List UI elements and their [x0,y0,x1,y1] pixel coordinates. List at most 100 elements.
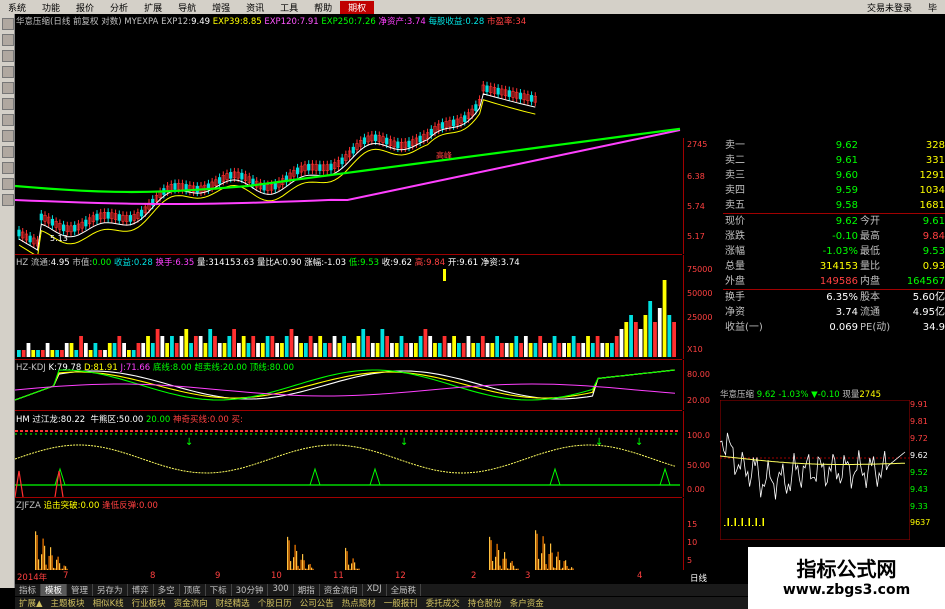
menu-system[interactable]: 系统 [0,1,34,14]
channel-tool-icon[interactable] [2,130,14,142]
tab-game[interactable]: 博弈 [128,584,154,596]
mini-axis-label: 9.81 [910,417,928,426]
menu-tools[interactable]: 工具 [272,1,306,14]
tab2-report[interactable]: 一般报刊 [380,597,422,609]
delete-tool-icon[interactable] [2,178,14,190]
tab2-fund-flow[interactable]: 资金流向 [170,597,212,609]
date-label: 12 [395,571,406,581]
date-label: 3 [525,571,531,581]
tab-template[interactable]: 模板 [41,584,68,596]
tab2-similar-k[interactable]: 相似K线 [89,597,128,609]
menu-function[interactable]: 功能 [34,1,68,14]
menu-news[interactable]: 资讯 [238,1,272,14]
volume-bar [590,343,595,357]
date-axis: 2014年 7 8 9 10 11 12 2 3 4 [15,571,682,583]
exp250-line [14,127,681,194]
zoom-tool-icon[interactable] [2,34,14,46]
volume-chart[interactable] [15,255,682,359]
menu-navigate[interactable]: 导航 [170,1,204,14]
tab2-theme[interactable]: 主题板块 [47,597,89,609]
volume-axis: 75000 50000 25000 X10 [683,255,724,359]
tab-xdj[interactable]: XDJ [363,584,387,596]
ask-row[interactable]: 卖四 9.59 1034 [723,183,945,198]
ask-row[interactable]: 卖三 9.60 1291 [723,168,945,183]
mini-axis-label: 9.72 [910,434,928,443]
price-axis: 2745 6.38 5.74 5.17 [683,138,724,254]
tab2-holdings[interactable]: 持仓股份 [464,597,506,609]
hm-chart[interactable]: ↓ ↓ ↓ ↓ [14,411,682,498]
tab-fund-flow[interactable]: 资金流向 [320,584,363,596]
tab2-extend[interactable]: 扩展▲ [15,597,47,609]
menu-extend[interactable]: 扩展 [136,1,170,14]
quote-value: 314153 [819,261,858,272]
quote-row: 收益(一) 0.069 PE(动) 34.9 [723,320,945,335]
period-label[interactable]: 日线 [690,572,707,584]
price-chart-panel[interactable] [14,28,682,258]
tab2-industry[interactable]: 行业板块 [128,597,170,609]
tab2-finance[interactable]: 财经精选 [212,597,254,609]
tab-save-as[interactable]: 另存为 [93,584,128,596]
tab2-hot[interactable]: 热点题材 [338,597,380,609]
zjfza-bar [566,565,568,570]
zjfza-bar [309,564,311,570]
zjfza-bar [66,568,68,570]
low-price-label: 5.13 [50,234,68,243]
price-chart[interactable] [14,28,682,258]
zjfza-chart[interactable] [15,498,682,570]
hm-panel[interactable]: ↓ ↓ ↓ ↓ [14,411,682,498]
tab-long-short[interactable]: 多空 [154,584,180,596]
tab-top-bottom[interactable]: 顶底 [180,584,206,596]
fib-tool-icon[interactable] [2,114,14,126]
tab-manage[interactable]: 管理 [67,584,94,596]
settings-tool-icon[interactable] [2,194,14,206]
ask-row[interactable]: 卖五 9.58 1681 [723,198,945,213]
tab2-orders[interactable]: 委托成交 [422,597,464,609]
menu-quote[interactable]: 报价 [68,1,102,14]
tab-global[interactable]: 全局秩 [387,584,422,596]
volume-panel[interactable] [15,255,682,360]
kdj-chart[interactable] [14,360,682,410]
tab2-announce[interactable]: 公司公告 [296,597,338,609]
tab-300[interactable]: 300 [268,584,294,596]
tab-30min[interactable]: 30分钟 [232,584,269,596]
line-tool-icon[interactable] [2,50,14,62]
volume-bar [447,343,452,357]
mark-tool-icon[interactable] [2,162,14,174]
text-tool-icon[interactable] [2,82,14,94]
zjfza-panel[interactable] [15,498,682,570]
tab-indicator[interactable]: 指标 [15,584,42,596]
chart-tool-icon[interactable] [2,66,14,78]
period-tool-icon[interactable] [2,98,14,110]
date-label: 2014年 [17,573,48,583]
ask-label: 卖一 [725,140,745,151]
ask-row[interactable]: 卖一 9.62 328 [723,138,945,153]
volume-bar [107,343,112,357]
watermark-title: 指标公式网 [796,557,897,581]
quote-label: 收益(一) [725,322,763,333]
candle-body [451,119,456,127]
tab2-calendar[interactable]: 个股日历 [254,597,296,609]
trade-status[interactable]: 交易未登录 [859,1,920,14]
cursor-tool-icon[interactable] [2,18,14,30]
menu-analysis[interactable]: 分析 [102,1,136,14]
tab-subscript[interactable]: 下标 [206,584,232,596]
candle-body [463,115,467,122]
volume-bar [514,336,519,357]
ask-row[interactable]: 卖二 9.61 331 [723,153,945,168]
volume-bar [361,329,366,357]
intraday-chart[interactable] [720,400,910,540]
tab2-funds[interactable]: 条户资金 [506,597,548,609]
tab-futures[interactable]: 期指 [294,584,320,596]
menu-options[interactable]: 期权 [340,0,375,14]
quote-label: 流通 [860,307,880,318]
menu-enhance[interactable]: 增强 [204,1,238,14]
menu-help[interactable]: 帮助 [306,1,340,14]
navps-value: 3.74 [406,17,426,27]
quote-value: 149586 [819,276,858,287]
menu-extra[interactable]: 毕 [920,1,945,14]
candle-body [518,92,523,100]
volume-bar [504,343,509,357]
arrow-tool-icon[interactable] [2,146,14,158]
zjfza-bar [351,563,353,570]
kdj-panel[interactable] [14,360,682,411]
